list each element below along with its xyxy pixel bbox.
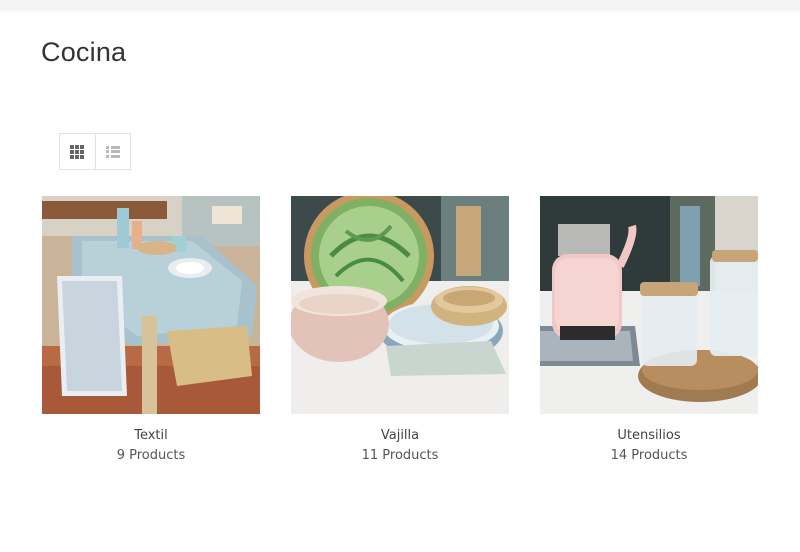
category-image-textil[interactable] <box>42 196 260 414</box>
category-card-utensilios[interactable]: Utensilios 14 Products <box>540 196 758 463</box>
category-count: 11 Products <box>361 448 439 463</box>
page-title: Cocina <box>41 37 127 67</box>
grid-icon <box>70 144 85 159</box>
view-switcher <box>59 133 131 170</box>
category-name[interactable]: Utensilios <box>540 428 758 443</box>
list-icon <box>105 145 120 158</box>
category-count: 9 Products <box>116 448 186 463</box>
category-card-vajilla[interactable]: Vajilla 11 Products <box>291 196 509 463</box>
list-view-button[interactable] <box>94 134 130 169</box>
category-name[interactable]: Vajilla <box>291 428 509 443</box>
category-image-vajilla[interactable] <box>291 196 509 414</box>
category-name[interactable]: Textil <box>42 428 260 443</box>
top-bar <box>0 0 800 10</box>
grid-view-button[interactable] <box>60 134 95 169</box>
category-image-utensilios[interactable] <box>540 196 758 414</box>
category-count: 14 Products <box>610 448 688 463</box>
category-card-textil[interactable]: Textil 9 Products <box>42 196 260 463</box>
